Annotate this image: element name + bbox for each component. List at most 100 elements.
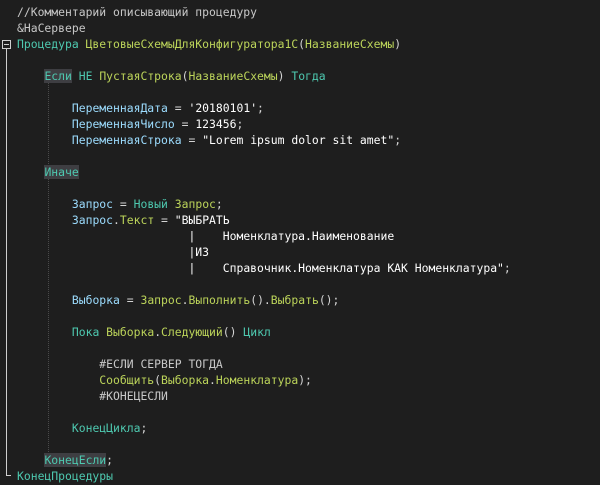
code-token-variable: ПеременнаяЧисло [71, 117, 175, 131]
code-line[interactable]: #КОНЕЦЕСЛИ [17, 388, 168, 404]
code-token-identifier: Номенклатура [215, 373, 299, 387]
code-token-punctuation: ; [257, 101, 264, 115]
code-line[interactable]: |ИЗ [17, 244, 209, 260]
code-editor[interactable]: //Комментарий описывающий процедуру &НаСе… [0, 0, 600, 485]
code-token-punctuation: ( [154, 373, 162, 387]
code-token-punctuation: ; [236, 117, 244, 131]
code-token-punctuation: = [119, 293, 141, 307]
code-token-string: | Справочник.Номенклатура КАК Номенклату… [188, 261, 504, 275]
code-token-comment: #КОНЕЦЕСЛИ [99, 389, 168, 403]
code-token-punctuation: . [113, 213, 120, 227]
code-token-string: "ВЫБРАТЬ [174, 213, 230, 227]
code-token-comment: #ЕСЛИ СЕРВЕР ТОГДА [99, 357, 223, 371]
code-line[interactable]: | Номенклатура.Наименование [17, 228, 394, 244]
code-token-punctuation: ; [106, 453, 114, 467]
code-token-string: '20180101' [188, 101, 258, 115]
code-token-string: | Номенклатура.Наименование [188, 229, 395, 243]
code-token-punctuation: ) [394, 37, 402, 51]
code-line[interactable]: Запрос = Новый Запрос; [17, 196, 223, 212]
code-token-punctuation: ); [298, 373, 312, 387]
code-token-punctuation: ; [394, 133, 402, 147]
code-token-identifier: Текст [119, 213, 155, 227]
code-token-keyword: Иначе [44, 165, 79, 179]
code-token-string: |ИЗ [188, 245, 210, 259]
code-token-string: "Lorem ipsum dolor sit amet" [202, 133, 395, 147]
code-token-keyword: КонецПроцедуры [17, 469, 114, 483]
code-token-identifier: Запрос [174, 197, 216, 211]
code-token-comment: //Комментарий описывающий процедуру [17, 5, 258, 19]
code-token-punctuation: (). [250, 293, 271, 307]
code-token-variable: Выборка [71, 293, 120, 307]
code-token-punctuation: = [181, 133, 203, 147]
code-token-identifier: Выборка [161, 373, 210, 387]
code-line[interactable]: Иначе [17, 164, 79, 180]
code-token-keyword: Тогда [284, 69, 326, 83]
code-token-keyword: Процедура [17, 37, 86, 51]
code-token-identifier: НазваниеСхемы [305, 37, 395, 51]
code-line[interactable]: ПеременнаяСтрока = "Lorem ipsum dolor si… [17, 132, 401, 148]
code-line[interactable]: #ЕСЛИ СЕРВЕР ТОГДА [17, 356, 223, 372]
code-line[interactable]: Запрос.Текст = "ВЫБРАТЬ [17, 212, 230, 228]
code-line[interactable]: КонецПроцедуры [17, 468, 113, 484]
code-token-variable: ПеременнаяДата [71, 101, 168, 115]
collapse-toggle-icon[interactable] [2, 40, 11, 49]
code-line[interactable]: Выборка = Запрос.Выполнить().Выбрать(); [17, 292, 340, 308]
code-token-punctuation: = [113, 197, 134, 211]
code-token-variable: ПеременнаяСтрока [71, 133, 182, 147]
code-line[interactable]: Процедура ЦветовыеСхемыДляКонфигуратора1… [17, 36, 401, 52]
code-token-punctuation: (); [318, 293, 340, 307]
code-token-identifier: Выборка [106, 325, 155, 339]
code-line[interactable]: &НаСервере [17, 20, 86, 36]
code-token-identifier: Сообщить [99, 373, 155, 387]
code-line[interactable]: КонецЦикла; [17, 420, 147, 436]
code-token-punctuation: () [222, 325, 237, 339]
fold-guide-line [6, 41, 7, 475]
code-line[interactable]: ПеременнаяЧисло = 123456; [17, 116, 243, 132]
code-token-punctuation: ; [503, 261, 511, 275]
code-token-punctuation: = [174, 117, 196, 131]
code-line[interactable]: КонецЕсли; [17, 452, 113, 468]
code-token-punctuation: ; [215, 197, 223, 211]
code-token-punctuation: = [167, 101, 189, 115]
code-token-number: 123456 [195, 117, 237, 131]
code-token-punctuation: . [209, 373, 216, 387]
code-token-keyword: Если [44, 69, 72, 83]
code-line[interactable]: ПеременнаяДата = '20180101'; [17, 100, 264, 116]
code-token-identifier: ПустаяСтрока [99, 69, 182, 83]
code-token-keyword: Новый [133, 197, 175, 211]
code-token-variable: Запрос [71, 213, 114, 227]
code-line[interactable]: Пока Выборка.Следующий() Цикл [17, 324, 271, 340]
code-token-identifier: Выполнить [188, 293, 251, 307]
code-token-keyword: КонецЕсли [44, 453, 107, 467]
code-token-comment: &НаСервере [17, 21, 86, 35]
code-line[interactable]: Сообщить(Выборка.Номенклатура); [17, 372, 312, 388]
code-token-keyword: НЕ [71, 69, 100, 83]
code-line[interactable]: Если НЕ ПустаяСтрока(НазваниеСхемы) Тогд… [17, 68, 326, 84]
code-token-identifier: НазваниеСхемы [188, 69, 278, 83]
code-token-punctuation: ( [298, 37, 306, 51]
code-token-punctuation: = [154, 213, 175, 227]
code-line[interactable]: //Комментарий описывающий процедуру [17, 4, 257, 20]
code-token-punctuation: ; [140, 421, 148, 435]
code-token-identifier: ЦветовыеСхемыДляКонфигуратора1С [85, 37, 299, 51]
code-token-keyword: Цикл [236, 325, 271, 339]
code-line[interactable]: | Справочник.Номенклатура КАК Номенклату… [17, 260, 511, 276]
code-token-identifier: Запрос [140, 293, 182, 307]
code-token-keyword: Пока [71, 325, 107, 339]
